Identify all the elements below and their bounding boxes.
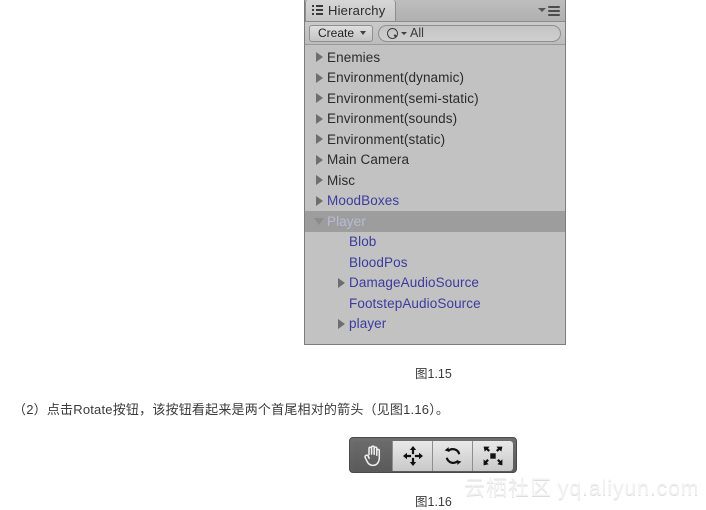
hamburger-icon [548, 6, 560, 18]
chevron-right-icon[interactable] [333, 319, 349, 329]
chevron-right-icon[interactable] [311, 114, 327, 124]
chevron-right-icon[interactable] [311, 134, 327, 144]
hand-tool-button[interactable] [353, 441, 393, 471]
tree-item-label: Player [327, 213, 366, 229]
search-input-value: All [410, 25, 424, 40]
chevron-right-icon[interactable] [311, 155, 327, 165]
hierarchy-list-icon [312, 5, 323, 16]
tree-item[interactable]: Main Camera [305, 150, 565, 171]
search-input[interactable]: All [378, 24, 561, 42]
panel-tab-strip: Hierarchy [305, 0, 565, 22]
scale-tool-button[interactable] [473, 441, 513, 471]
tree-item[interactable]: Player [305, 211, 565, 232]
tree-item[interactable]: Environment(semi-static) [305, 88, 565, 109]
watermark: 云栖社区 yq.aliyun.com [464, 472, 699, 502]
tree-item[interactable]: player [305, 314, 565, 335]
figure-caption-115: 图1.15 [415, 367, 452, 381]
tree-item-label: Blob [349, 234, 377, 250]
tree-item[interactable]: Enemies [305, 47, 565, 68]
move-tool-button[interactable] [393, 441, 433, 471]
hierarchy-panel: Hierarchy Create All Enemies Environment(… [304, 0, 566, 345]
tree-item[interactable]: Environment(static) [305, 129, 565, 150]
chevron-down-icon [538, 8, 546, 12]
chevron-down-icon[interactable] [311, 218, 327, 225]
tree-item-label: Enemies [327, 49, 381, 65]
tree-item-label: Main Camera [327, 152, 410, 168]
tree-item-label: MoodBoxes [327, 193, 400, 209]
tab-hierarchy[interactable]: Hierarchy [305, 0, 397, 21]
tree-item[interactable]: Blob [305, 232, 565, 253]
chevron-right-icon[interactable] [311, 73, 327, 83]
tree-item[interactable]: MoodBoxes [305, 191, 565, 212]
hierarchy-tree[interactable]: Enemies Environment(dynamic) Environment(s… [305, 45, 565, 342]
hierarchy-toolbar: Create All [305, 22, 565, 45]
tree-item-label: Environment(static) [327, 131, 446, 147]
tree-item[interactable]: DamageAudioSource [305, 273, 565, 294]
tree-item-label: player [349, 316, 387, 332]
tree-item-label: BloodPos [349, 254, 408, 270]
watermark-site-name: 云栖社区 [464, 477, 552, 500]
transform-tools-toolbar [349, 437, 517, 473]
tab-hierarchy-label: Hierarchy [328, 3, 386, 18]
tree-item-label: Environment(sounds) [327, 111, 458, 127]
chevron-right-icon[interactable] [333, 278, 349, 288]
four-arrows-icon [402, 446, 423, 466]
rotate-tool-button[interactable] [433, 441, 473, 471]
watermark-url: yq.aliyun.com [558, 477, 700, 500]
panel-options-menu-icon[interactable] [538, 5, 560, 17]
tree-item[interactable]: Misc [305, 170, 565, 191]
search-icon [387, 27, 399, 39]
chevron-down-icon[interactable] [401, 31, 408, 35]
chevron-right-icon[interactable] [311, 93, 327, 103]
tree-item[interactable]: Environment(dynamic) [305, 68, 565, 89]
chevron-right-icon[interactable] [311, 52, 327, 62]
scale-corners-icon [483, 446, 503, 466]
tree-item-label: Misc [327, 172, 356, 188]
chevron-down-icon [360, 31, 367, 35]
tree-item[interactable]: FootstepAudioSource [305, 293, 565, 314]
tree-item-label: DamageAudioSource [349, 275, 480, 291]
figure-caption-116: 图1.16 [415, 495, 452, 509]
chevron-right-icon[interactable] [311, 196, 327, 206]
body-paragraph: （2）点击Rotate按钮，该按钮看起来是两个首尾相对的箭头（见图1.16）。 [13, 402, 450, 417]
hand-icon [363, 445, 380, 467]
rotate-arrows-icon [444, 447, 461, 465]
tree-item-label: Environment(semi-static) [327, 90, 479, 106]
tree-item[interactable]: Environment(sounds) [305, 109, 565, 130]
tree-item-label: FootstepAudioSource [349, 295, 481, 311]
chevron-right-icon[interactable] [311, 175, 327, 185]
create-button[interactable]: Create [309, 24, 374, 42]
create-button-label: Create [318, 26, 355, 40]
tree-item-label: Environment(dynamic) [327, 70, 465, 86]
tree-item[interactable]: BloodPos [305, 252, 565, 273]
